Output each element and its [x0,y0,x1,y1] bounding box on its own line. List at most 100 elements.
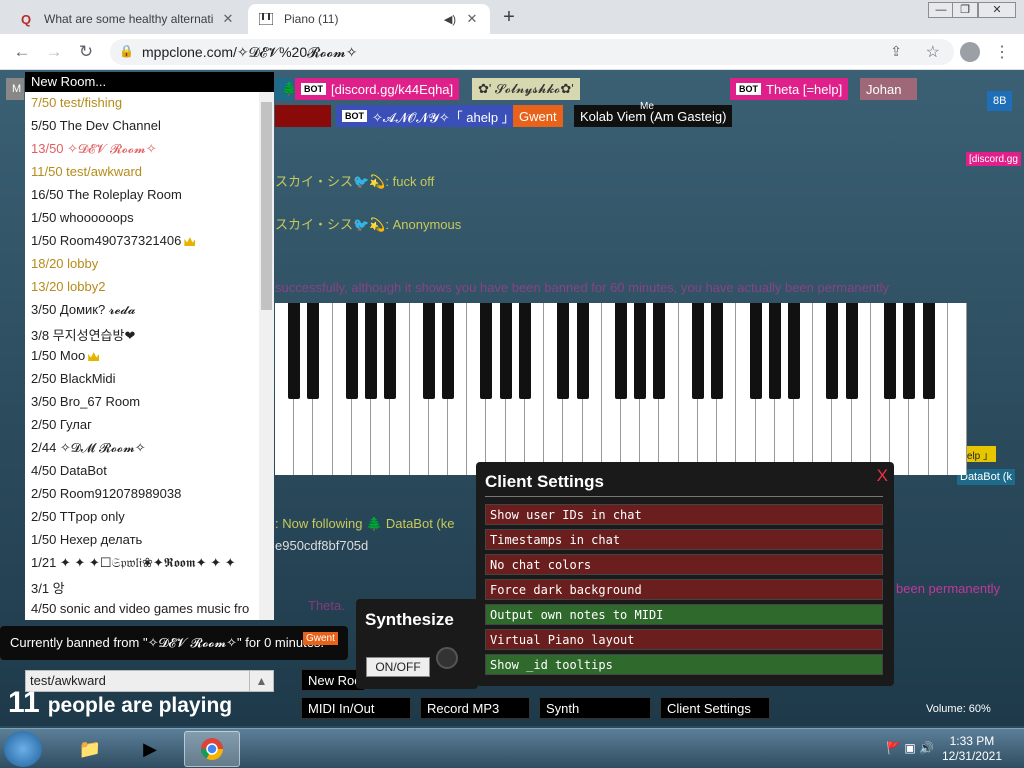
volume-knob[interactable] [436,647,458,669]
piano-black-key[interactable] [480,303,493,399]
room-list-scrollbar[interactable] [259,92,274,620]
synth-button[interactable]: Synth [539,697,651,719]
user-tag-partial[interactable]: M [6,78,24,100]
room-list-item[interactable]: 3/50 Домик? 𝓻𝓮𝓭𝓪 [25,299,274,322]
media-player-icon[interactable]: ▶ [122,731,178,767]
share-icon[interactable]: ⇪ [890,43,902,60]
user-tag[interactable]: Gwent [513,105,563,127]
settings-option-toggle[interactable]: No chat colors [485,554,883,575]
star-icon[interactable]: ☆ [926,42,940,62]
close-icon[interactable]: ✕ [464,11,480,27]
new-room-item[interactable]: New Room... [25,72,274,92]
tab-piano[interactable]: Piano (11) ◀) ✕ [248,4,490,34]
scrollbar-thumb[interactable] [261,102,272,310]
close-window-button[interactable]: ✕ [978,2,1016,18]
file-explorer-icon[interactable]: 📁 [62,731,118,767]
piano-black-key[interactable] [499,303,512,399]
clock[interactable]: 1:33 PM 12/31/2021 [942,734,1002,764]
piano-black-key[interactable] [384,303,397,399]
chevron-up-icon[interactable]: ▲ [249,671,273,691]
room-list-item[interactable]: 7/50 test/fishing [25,92,274,115]
settings-option-toggle[interactable]: Output own notes to MIDI [485,604,883,625]
piano-black-key[interactable] [711,303,724,399]
piano-black-key[interactable] [653,303,666,399]
piano-black-key[interactable] [691,303,704,399]
user-tag[interactable]: BOT ✧𝓐𝓝𝓞𝓝𝓨✧「 ahelp 」 [336,105,521,127]
settings-option-toggle[interactable]: Virtual Piano layout [485,629,883,650]
back-icon[interactable]: ← [10,40,34,64]
room-list-item[interactable]: 1/50 Moo [25,345,274,368]
user-tag[interactable] [275,105,331,127]
piano-black-key[interactable] [845,303,858,399]
room-list-item[interactable]: 2/50 BlackMidi [25,368,274,391]
piano-black-key[interactable] [365,303,378,399]
piano-black-key[interactable] [903,303,916,399]
piano-keyboard[interactable] [275,303,967,475]
client-settings-button[interactable]: Client Settings [660,697,770,719]
forward-icon[interactable]: → [42,40,66,64]
user-tag[interactable]: ✿' 𝓢𝓸𝓵𝓷𝔂𝓼𝓱𝓴𝓸✿' [472,78,580,100]
room-list-item[interactable]: 5/50 The Dev Channel [25,115,274,138]
user-tag[interactable]: BOT Theta [=help] [730,78,849,100]
settings-option-toggle[interactable]: Force dark background [485,579,883,600]
tab-quora[interactable]: Q What are some healthy alternati ✕ [8,4,246,34]
new-tab-button[interactable]: + [498,7,520,29]
room-list-item[interactable]: 4/50 DataBot [25,460,274,483]
settings-option-toggle[interactable]: Timestamps in chat [485,529,883,550]
system-tray[interactable]: 🚩 ▣ 🔊 [886,741,934,755]
room-list-item[interactable]: 2/44 ✧𝓓𝓜 𝓡𝓸𝓸𝓶✧ [25,437,274,460]
settings-option-toggle[interactable]: Show _id tooltips [485,654,883,675]
close-icon[interactable]: X [877,466,888,486]
maximize-button[interactable]: ❐ [952,2,978,18]
reload-icon[interactable]: ↻ [74,40,98,64]
profile-avatar[interactable] [960,42,980,62]
room-list-item[interactable]: 3/8 무지성연습방❤ [25,322,274,345]
piano-black-key[interactable] [768,303,781,399]
badge-8b[interactable]: 8B [987,91,1013,111]
piano-black-key[interactable] [576,303,589,399]
minimize-button[interactable]: — [928,2,954,18]
room-list-item[interactable]: 13/50 ✧𝓓𝓔𝓥 𝓡𝓸𝓸𝓶✧ [25,138,274,161]
room-list-item[interactable]: 1/50 whoooooops [25,207,274,230]
piano-black-key[interactable] [749,303,762,399]
piano-black-key[interactable] [442,303,454,399]
piano-black-key[interactable] [422,303,435,399]
menu-icon[interactable]: ⋮ [994,42,1010,62]
room-list-item[interactable]: 2/50 Room912078989038 [25,483,274,506]
midi-button[interactable]: MIDI In/Out [301,697,411,719]
piano-black-key[interactable] [288,303,301,399]
room-list-item[interactable]: 16/50 The Roleplay Room [25,184,274,207]
room-list-item[interactable]: 3/50 Bro_67 Room [25,391,274,414]
piano-black-key[interactable] [615,303,627,399]
user-tag[interactable]: Johan [860,78,917,100]
piano-black-key[interactable] [922,303,935,399]
speaker-icon[interactable]: ◀) [444,13,456,26]
record-mp3-button[interactable]: Record MP3 [420,697,530,719]
synth-onoff-button[interactable]: ON/OFF [366,657,430,677]
start-button[interactable] [4,731,42,767]
room-list-item[interactable]: 18/20 lobby [25,253,274,276]
address-bar[interactable]: 🔒 mppclone.com/✧𝓓𝓔𝓥%20𝓡𝓸𝓸𝓶✧ ⇪ ☆ [110,39,954,65]
piano-black-key[interactable] [345,303,358,399]
piano-white-key[interactable] [947,303,967,475]
piano-black-key[interactable] [307,303,320,399]
piano-black-key[interactable] [884,303,897,399]
piano-black-key[interactable] [788,303,800,399]
room-list-item[interactable]: 3/1 앙 [25,575,274,598]
piano-black-key[interactable] [826,303,839,399]
room-list-item[interactable]: 1/50 Room490737321406 [25,230,274,253]
room-list-item[interactable]: 13/20 lobby2 [25,276,274,299]
chrome-icon[interactable] [184,731,240,767]
settings-option-toggle[interactable]: Show user IDs in chat [485,504,883,525]
piano-black-key[interactable] [518,303,531,399]
close-icon[interactable]: ✕ [220,11,236,27]
room-list-item[interactable]: 4/50 sonic and video games music fro [25,598,274,621]
room-list-item[interactable]: 2/50 TTpop only [25,506,274,529]
room-list-item[interactable]: 2/50 Гулаг [25,414,274,437]
room-list-item[interactable]: 1/50 Нехер делать [25,529,274,552]
user-tag[interactable]: BOT [discord.gg/k44Eqha] [295,78,460,100]
piano-black-key[interactable] [634,303,647,399]
room-list-item[interactable]: 1/21 ✦ ✦ ✦☐𝔖𝔭𝔴𝔩𝔦❀✦𝕽𝖔𝖔𝖒✦ ✦ ✦ [25,552,274,575]
room-list-item[interactable]: 11/50 test/awkward [25,161,274,184]
piano-black-key[interactable] [557,303,570,399]
